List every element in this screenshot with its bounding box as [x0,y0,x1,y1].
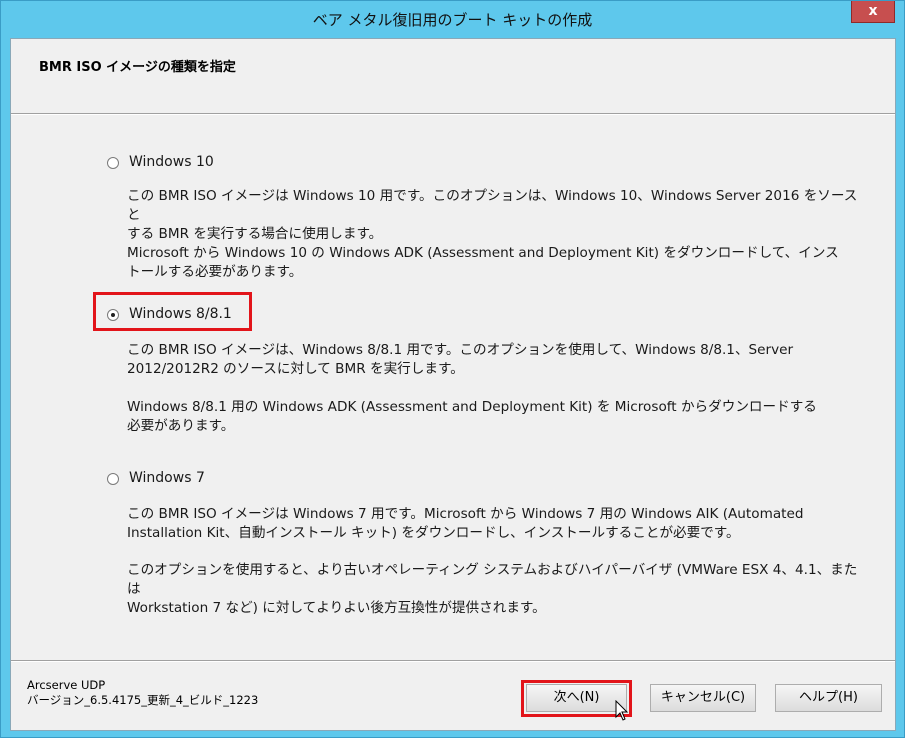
version-label: バージョン_6.5.4175_更新_4_ビルド_1223 [27,693,259,707]
version-info: Arcserve UDP バージョン_6.5.4175_更新_4_ビルド_122… [27,678,258,708]
close-button[interactable]: x [851,1,895,23]
dialog-body: BMR ISO イメージの種類を指定 Windows 10 この BMR ISO… [10,38,896,731]
radio-windows-8[interactable] [107,309,119,321]
description-line: する BMR を実行する場合に使用します。 [127,226,383,242]
window-title: ベア メタル復旧用のブート キットの作成 [312,11,593,29]
options-panel: Windows 10 この BMR ISO イメージは Windows 10 用… [11,115,895,660]
option-note: このオプションを使用すると、より古いオペレーティング システムおよびハイパーバイ… [127,561,867,618]
option-label[interactable]: Windows 7 [129,470,205,486]
option-label[interactable]: Windows 10 [129,154,214,170]
description-line: Microsoft から Windows 10 の Windows ADK (A… [127,245,839,261]
next-button[interactable]: 次へ(N) [526,684,627,712]
wizard-window: ベア メタル復旧用のブート キットの作成 x BMR ISO イメージの種類を指… [0,0,905,738]
radio-dot [111,313,115,317]
description-line: この BMR ISO イメージは、Windows 8/8.1 用です。このオプシ… [127,342,794,358]
description-line: Windows 8/8.1 用の Windows ADK (Assessment… [127,399,817,415]
option-note: Windows 8/8.1 用の Windows ADK (Assessment… [127,398,867,436]
radio-windows-7[interactable] [107,473,119,485]
option-description: この BMR ISO イメージは Windows 10 用です。このオプションは… [127,187,867,244]
description-line: Workstation 7 など) に対してよりよい後方互換性が提供されます。 [127,600,546,616]
description-line: Installation Kit、自動インストール キット) をダウンロードし、… [127,525,740,541]
option-note: Microsoft から Windows 10 の Windows ADK (A… [127,244,867,282]
description-line: この BMR ISO イメージは Windows 7 用です。Microsoft… [127,506,804,522]
option-description: この BMR ISO イメージは Windows 7 用です。Microsoft… [127,505,867,543]
option-description: この BMR ISO イメージは、Windows 8/8.1 用です。このオプシ… [127,341,867,379]
description-line: トールする必要があります。 [127,264,303,280]
description-line: 2012/2012R2 のソースに対して BMR を実行します。 [127,361,464,377]
description-line: このオプションを使用すると、より古いオペレーティング システムおよびハイパーバイ… [127,562,858,597]
description-line: この BMR ISO イメージは Windows 10 用です。このオプションは… [127,188,858,223]
title-bar[interactable]: ベア メタル復旧用のブート キットの作成 x [1,1,904,37]
description-line: 必要があります。 [127,418,235,434]
help-button[interactable]: ヘルプ(H) [775,684,882,712]
page-header: BMR ISO イメージの種類を指定 [11,39,895,115]
mouse-pointer-icon [615,700,629,721]
radio-windows-10[interactable] [107,157,119,169]
footer-divider-highlight [11,661,895,662]
option-label[interactable]: Windows 8/8.1 [129,306,232,322]
page-title: BMR ISO イメージの種類を指定 [39,60,236,75]
product-name: Arcserve UDP [27,678,106,692]
cancel-button[interactable]: キャンセル(C) [650,684,756,712]
